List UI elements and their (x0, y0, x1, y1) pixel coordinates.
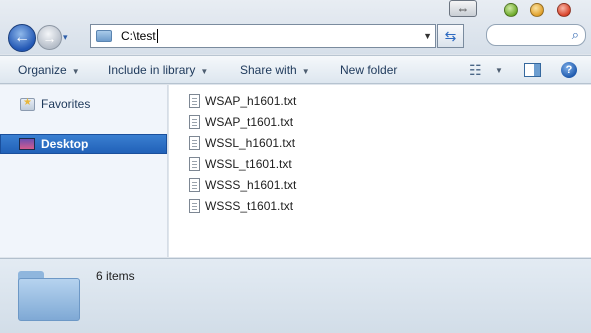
sidebar-item-label: Favorites (41, 97, 91, 111)
sidebar-item-label: Desktop (41, 137, 89, 151)
item-count: 6 items (96, 269, 135, 283)
include-in-library-button[interactable]: Include in library ▼ (108, 63, 208, 77)
text-file-icon (189, 157, 200, 171)
back-arrow-icon: ← (14, 29, 30, 46)
title-bar: ⇔ ← → ▾ C:\test ▼ ⇆ ⌕ (0, 0, 591, 54)
list-item[interactable]: WSSS_t1601.txt (189, 196, 293, 216)
text-file-icon (189, 115, 200, 129)
favorites-icon (20, 97, 35, 111)
details-pane: 6 items (0, 258, 591, 333)
list-item[interactable]: WSAP_h1601.txt (189, 91, 296, 111)
command-bar: Organize ▼ Include in library ▼ Share with… (0, 55, 591, 84)
list-item[interactable]: WSSS_h1601.txt (189, 175, 296, 195)
share-label: Share with (240, 63, 297, 77)
search-icon[interactable]: ⌕ (572, 27, 579, 43)
text-file-icon (189, 199, 200, 213)
sidebar-item-desktop[interactable]: Desktop (0, 134, 167, 154)
list-item[interactable]: WSSL_h1601.txt (189, 133, 295, 153)
organize-button[interactable]: Organize ▼ (18, 63, 80, 77)
file-name: WSSS_t1601.txt (205, 199, 294, 213)
new-folder-button[interactable]: New folder (340, 63, 397, 77)
preview-pane-icon[interactable] (524, 63, 541, 77)
file-name: WSSL_h1601.txt (205, 136, 296, 150)
text-file-icon (189, 178, 200, 192)
recent-pages-dropdown-icon[interactable]: ▾ (63, 33, 72, 42)
text-caret (156, 29, 158, 43)
file-list: WSAP_h1601.txt WSAP_t1601.txt WSSL_h1601… (169, 85, 591, 257)
refresh-icon: ⇆ (444, 27, 457, 44)
share-with-button[interactable]: Share with ▼ (240, 63, 310, 77)
folder-icon (96, 30, 112, 42)
forward-arrow-icon: → (42, 29, 57, 46)
folder-icon (18, 271, 80, 321)
list-item[interactable]: WSSL_t1601.txt (189, 154, 292, 174)
back-button[interactable]: ← (8, 24, 36, 52)
organize-label: Organize (18, 63, 67, 77)
close-button[interactable] (557, 3, 571, 17)
text-file-icon (189, 136, 200, 150)
include-label: Include in library (108, 63, 196, 77)
maximize-button[interactable] (504, 3, 518, 17)
views-icon[interactable]: ☷ (469, 62, 482, 79)
chevron-down-icon: ▼ (71, 67, 80, 76)
views-dropdown-icon[interactable]: ▼ (495, 66, 503, 75)
help-icon[interactable]: ? (561, 62, 577, 78)
address-path[interactable]: C:\test (121, 29, 156, 43)
navigation-pane: Favorites Desktop (0, 85, 168, 257)
file-name: WSAP_t1601.txt (205, 115, 294, 129)
file-name: WSSL_t1601.txt (205, 157, 292, 171)
chevron-down-icon: ▼ (301, 67, 310, 76)
minimize-button[interactable] (530, 3, 544, 17)
new-folder-label: New folder (340, 63, 398, 77)
desktop-icon (19, 138, 35, 150)
list-item[interactable]: WSAP_t1601.txt (189, 112, 293, 132)
address-bar[interactable]: C:\test ▼ (90, 24, 436, 48)
chevron-down-icon: ▼ (200, 67, 209, 76)
sidebar-item-favorites[interactable]: Favorites (20, 97, 90, 111)
text-file-icon (189, 94, 200, 108)
forward-button[interactable]: → (37, 25, 62, 50)
file-name: WSAP_h1601.txt (205, 94, 297, 108)
search-input[interactable]: ⌕ (486, 24, 586, 46)
file-name: WSSS_h1601.txt (205, 178, 297, 192)
address-dropdown-icon[interactable]: ▼ (423, 31, 432, 41)
refresh-button[interactable]: ⇆ (437, 24, 464, 48)
resize-handle[interactable]: ⇔ (449, 0, 477, 17)
